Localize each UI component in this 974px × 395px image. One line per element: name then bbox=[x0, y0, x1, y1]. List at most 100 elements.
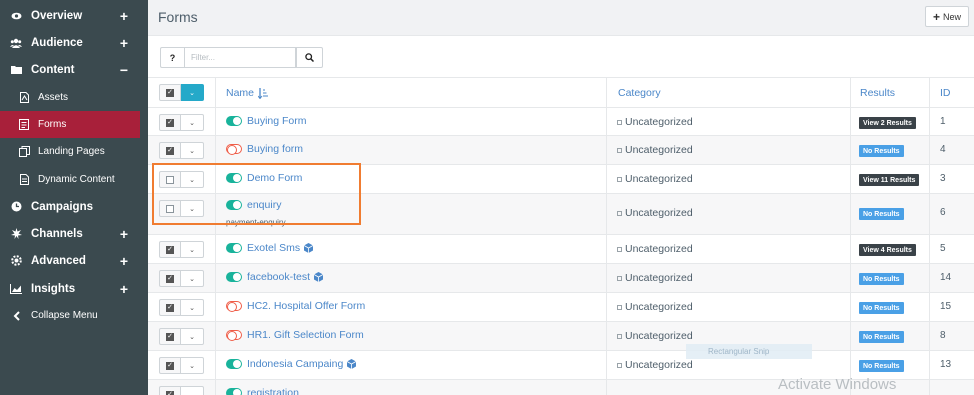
checkbox-icon: ✓ bbox=[166, 332, 174, 341]
toggle-on-icon[interactable] bbox=[226, 173, 242, 183]
column-divider bbox=[929, 351, 930, 379]
expand-icon[interactable]: + bbox=[120, 35, 128, 51]
category-color-icon bbox=[617, 304, 622, 310]
form-id: 6 bbox=[940, 207, 946, 218]
column-divider bbox=[929, 293, 930, 321]
row-checkbox[interactable] bbox=[159, 171, 181, 188]
checkbox-icon: ✓ bbox=[166, 303, 174, 312]
form-name-link[interactable]: Buying Form bbox=[247, 115, 307, 127]
sidebar-item-forms[interactable]: Forms bbox=[0, 111, 140, 138]
row-actions-dropdown[interactable]: ⌄ bbox=[181, 200, 204, 217]
results-badge[interactable]: View 2 Results bbox=[859, 117, 916, 129]
new-button-label: New bbox=[943, 11, 962, 22]
form-name-link[interactable]: Buying form bbox=[247, 143, 303, 155]
row-actions-dropdown[interactable]: ⌄ bbox=[181, 171, 204, 188]
bulk-actions-dropdown[interactable]: ⌄ bbox=[181, 84, 204, 101]
form-name-link[interactable]: registration bbox=[247, 387, 299, 395]
row-actions-dropdown[interactable]: ⌄ bbox=[181, 328, 204, 345]
row-checkbox[interactable]: ✓ bbox=[159, 241, 181, 258]
form-name-link[interactable]: Demo Form bbox=[247, 172, 302, 184]
row-actions-dropdown[interactable]: ⌄ bbox=[181, 299, 204, 316]
sidebar-item-audience[interactable]: Audience + bbox=[0, 29, 148, 56]
form-name-link[interactable]: Indonesia Campaing bbox=[247, 358, 343, 370]
category-cell: Uncategorized bbox=[617, 173, 693, 185]
column-divider bbox=[850, 78, 851, 107]
column-divider bbox=[929, 194, 930, 234]
sidebar-item-insights[interactable]: Insights + bbox=[0, 275, 148, 302]
toggle-off-icon[interactable] bbox=[226, 144, 242, 155]
sidebar-item-label: Audience bbox=[31, 36, 83, 49]
toggle-off-icon[interactable] bbox=[226, 330, 242, 341]
sidebar-item-campaigns[interactable]: Campaigns bbox=[0, 193, 148, 220]
search-input[interactable] bbox=[184, 47, 296, 68]
row-actions-dropdown[interactable]: ⌄ bbox=[181, 270, 204, 287]
expand-icon[interactable]: + bbox=[120, 253, 128, 269]
expand-icon[interactable]: + bbox=[120, 226, 128, 242]
row-checkbox[interactable]: ✓ bbox=[159, 270, 181, 287]
form-name-link[interactable]: enquiry bbox=[247, 199, 281, 211]
expand-icon[interactable]: + bbox=[120, 8, 128, 24]
column-header-name[interactable]: Name bbox=[226, 87, 269, 99]
column-divider bbox=[215, 165, 216, 193]
column-divider bbox=[850, 322, 851, 350]
table-row: ✓ ⌄ facebook-test Uncategorized No Resul… bbox=[148, 264, 974, 293]
row-actions-dropdown[interactable]: ⌄ bbox=[181, 386, 204, 395]
sidebar-item-label: Insights bbox=[31, 282, 76, 295]
column-header-results[interactable]: Results bbox=[860, 87, 895, 99]
sidebar-item-assets[interactable]: Assets bbox=[0, 84, 148, 111]
toggle-on-icon[interactable] bbox=[226, 200, 242, 210]
column-divider bbox=[850, 235, 851, 263]
sidebar-item-landing-pages[interactable]: Landing Pages bbox=[0, 138, 148, 165]
form-name-link[interactable]: Exotel Sms bbox=[247, 242, 300, 254]
toggle-on-icon[interactable] bbox=[226, 116, 242, 126]
form-name-link[interactable]: facebook-test bbox=[247, 271, 310, 283]
row-checkbox[interactable]: ✓ bbox=[159, 114, 181, 131]
toggle-off-icon[interactable] bbox=[226, 301, 242, 312]
select-all-checkbox[interactable]: ✓ bbox=[159, 84, 181, 101]
checkbox-icon: ✓ bbox=[166, 361, 174, 370]
form-name-link[interactable]: HR1. Gift Selection Form bbox=[247, 329, 364, 341]
category-label: Uncategorized bbox=[625, 173, 693, 185]
expand-icon[interactable]: + bbox=[120, 281, 128, 297]
results-badge: No Results bbox=[859, 145, 904, 157]
row-checkbox[interactable]: ✓ bbox=[159, 357, 181, 374]
sidebar-item-dynamic-content[interactable]: Dynamic Content bbox=[0, 166, 148, 193]
sidebar-item-content[interactable]: Content − bbox=[0, 56, 148, 83]
table-row: ✓ ⌄ Buying form Uncategorized No Results… bbox=[148, 136, 974, 165]
results-badge[interactable]: View 4 Results bbox=[859, 244, 916, 256]
form-name-link[interactable]: HC2. Hospital Offer Form bbox=[247, 300, 365, 312]
category-label: Uncategorized bbox=[625, 207, 693, 219]
search-button[interactable] bbox=[296, 47, 323, 68]
toggle-on-icon[interactable] bbox=[226, 243, 242, 253]
row-checkbox[interactable] bbox=[159, 200, 181, 217]
row-actions-dropdown[interactable]: ⌄ bbox=[181, 114, 204, 131]
row-checkbox[interactable]: ✓ bbox=[159, 142, 181, 159]
sidebar-item-overview[interactable]: Overview + bbox=[0, 2, 148, 29]
row-checkbox[interactable]: ✓ bbox=[159, 299, 181, 316]
row-actions-dropdown[interactable]: ⌄ bbox=[181, 142, 204, 159]
category-label: Uncategorized bbox=[625, 144, 693, 156]
column-header-id[interactable]: ID bbox=[940, 87, 951, 99]
chevron-left-icon bbox=[10, 310, 22, 322]
row-select-group: ✓ ⌄ bbox=[159, 114, 204, 131]
question-icon: ? bbox=[169, 52, 176, 63]
sidebar-item-advanced[interactable]: Advanced + bbox=[0, 247, 148, 274]
row-checkbox[interactable]: ✓ bbox=[159, 328, 181, 345]
help-button[interactable]: ? bbox=[160, 47, 184, 68]
table-row: ✓ ⌄ Buying Form Uncategorized View 2 Res… bbox=[148, 108, 974, 136]
sidebar-item-channels[interactable]: Channels + bbox=[0, 220, 148, 247]
column-divider bbox=[606, 293, 607, 321]
row-actions-dropdown[interactable]: ⌄ bbox=[181, 357, 204, 374]
collapse-icon[interactable]: − bbox=[120, 62, 128, 78]
toggle-on-icon[interactable] bbox=[226, 359, 242, 369]
column-header-category[interactable]: Category bbox=[618, 87, 661, 99]
toggle-on-icon[interactable] bbox=[226, 272, 242, 282]
results-badge[interactable]: View 11 Results bbox=[859, 174, 920, 186]
toggle-on-icon[interactable] bbox=[226, 388, 242, 395]
row-actions-dropdown[interactable]: ⌄ bbox=[181, 241, 204, 258]
collapse-menu-button[interactable]: Collapse Menu bbox=[0, 302, 148, 329]
sidebar-item-label: Assets bbox=[38, 92, 69, 103]
form-id: 15 bbox=[940, 301, 952, 312]
new-button[interactable]: + New bbox=[925, 6, 969, 27]
row-checkbox[interactable]: ✓ bbox=[159, 386, 181, 395]
